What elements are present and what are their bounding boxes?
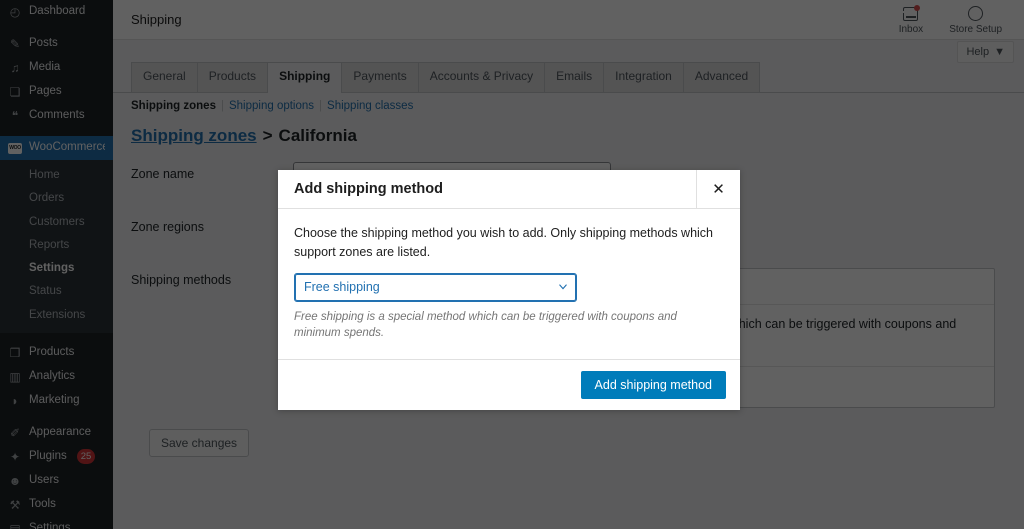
screen: ◴ Dashboard ✎ Posts ♫ Media ❏ Pages ❝ Co… [0,0,1024,529]
modal-title: Add shipping method [278,170,696,208]
modal-intro-text: Choose the shipping method you wish to a… [294,224,724,262]
modal-header: Add shipping method ✕ [278,170,740,209]
chevron-down-icon [559,283,567,291]
shipping-method-select-value: Free shipping [304,280,380,294]
modal-add-shipping-method-button[interactable]: Add shipping method [581,371,726,400]
close-icon[interactable]: ✕ [696,170,740,208]
modal-body: Choose the shipping method you wish to a… [278,209,740,360]
modal-footer: Add shipping method [278,360,740,411]
add-shipping-method-modal: Add shipping method ✕ Choose the shippin… [278,170,740,410]
shipping-method-select[interactable]: Free shipping [294,273,577,302]
shipping-method-helper-text: Free shipping is a special method which … [294,309,724,342]
